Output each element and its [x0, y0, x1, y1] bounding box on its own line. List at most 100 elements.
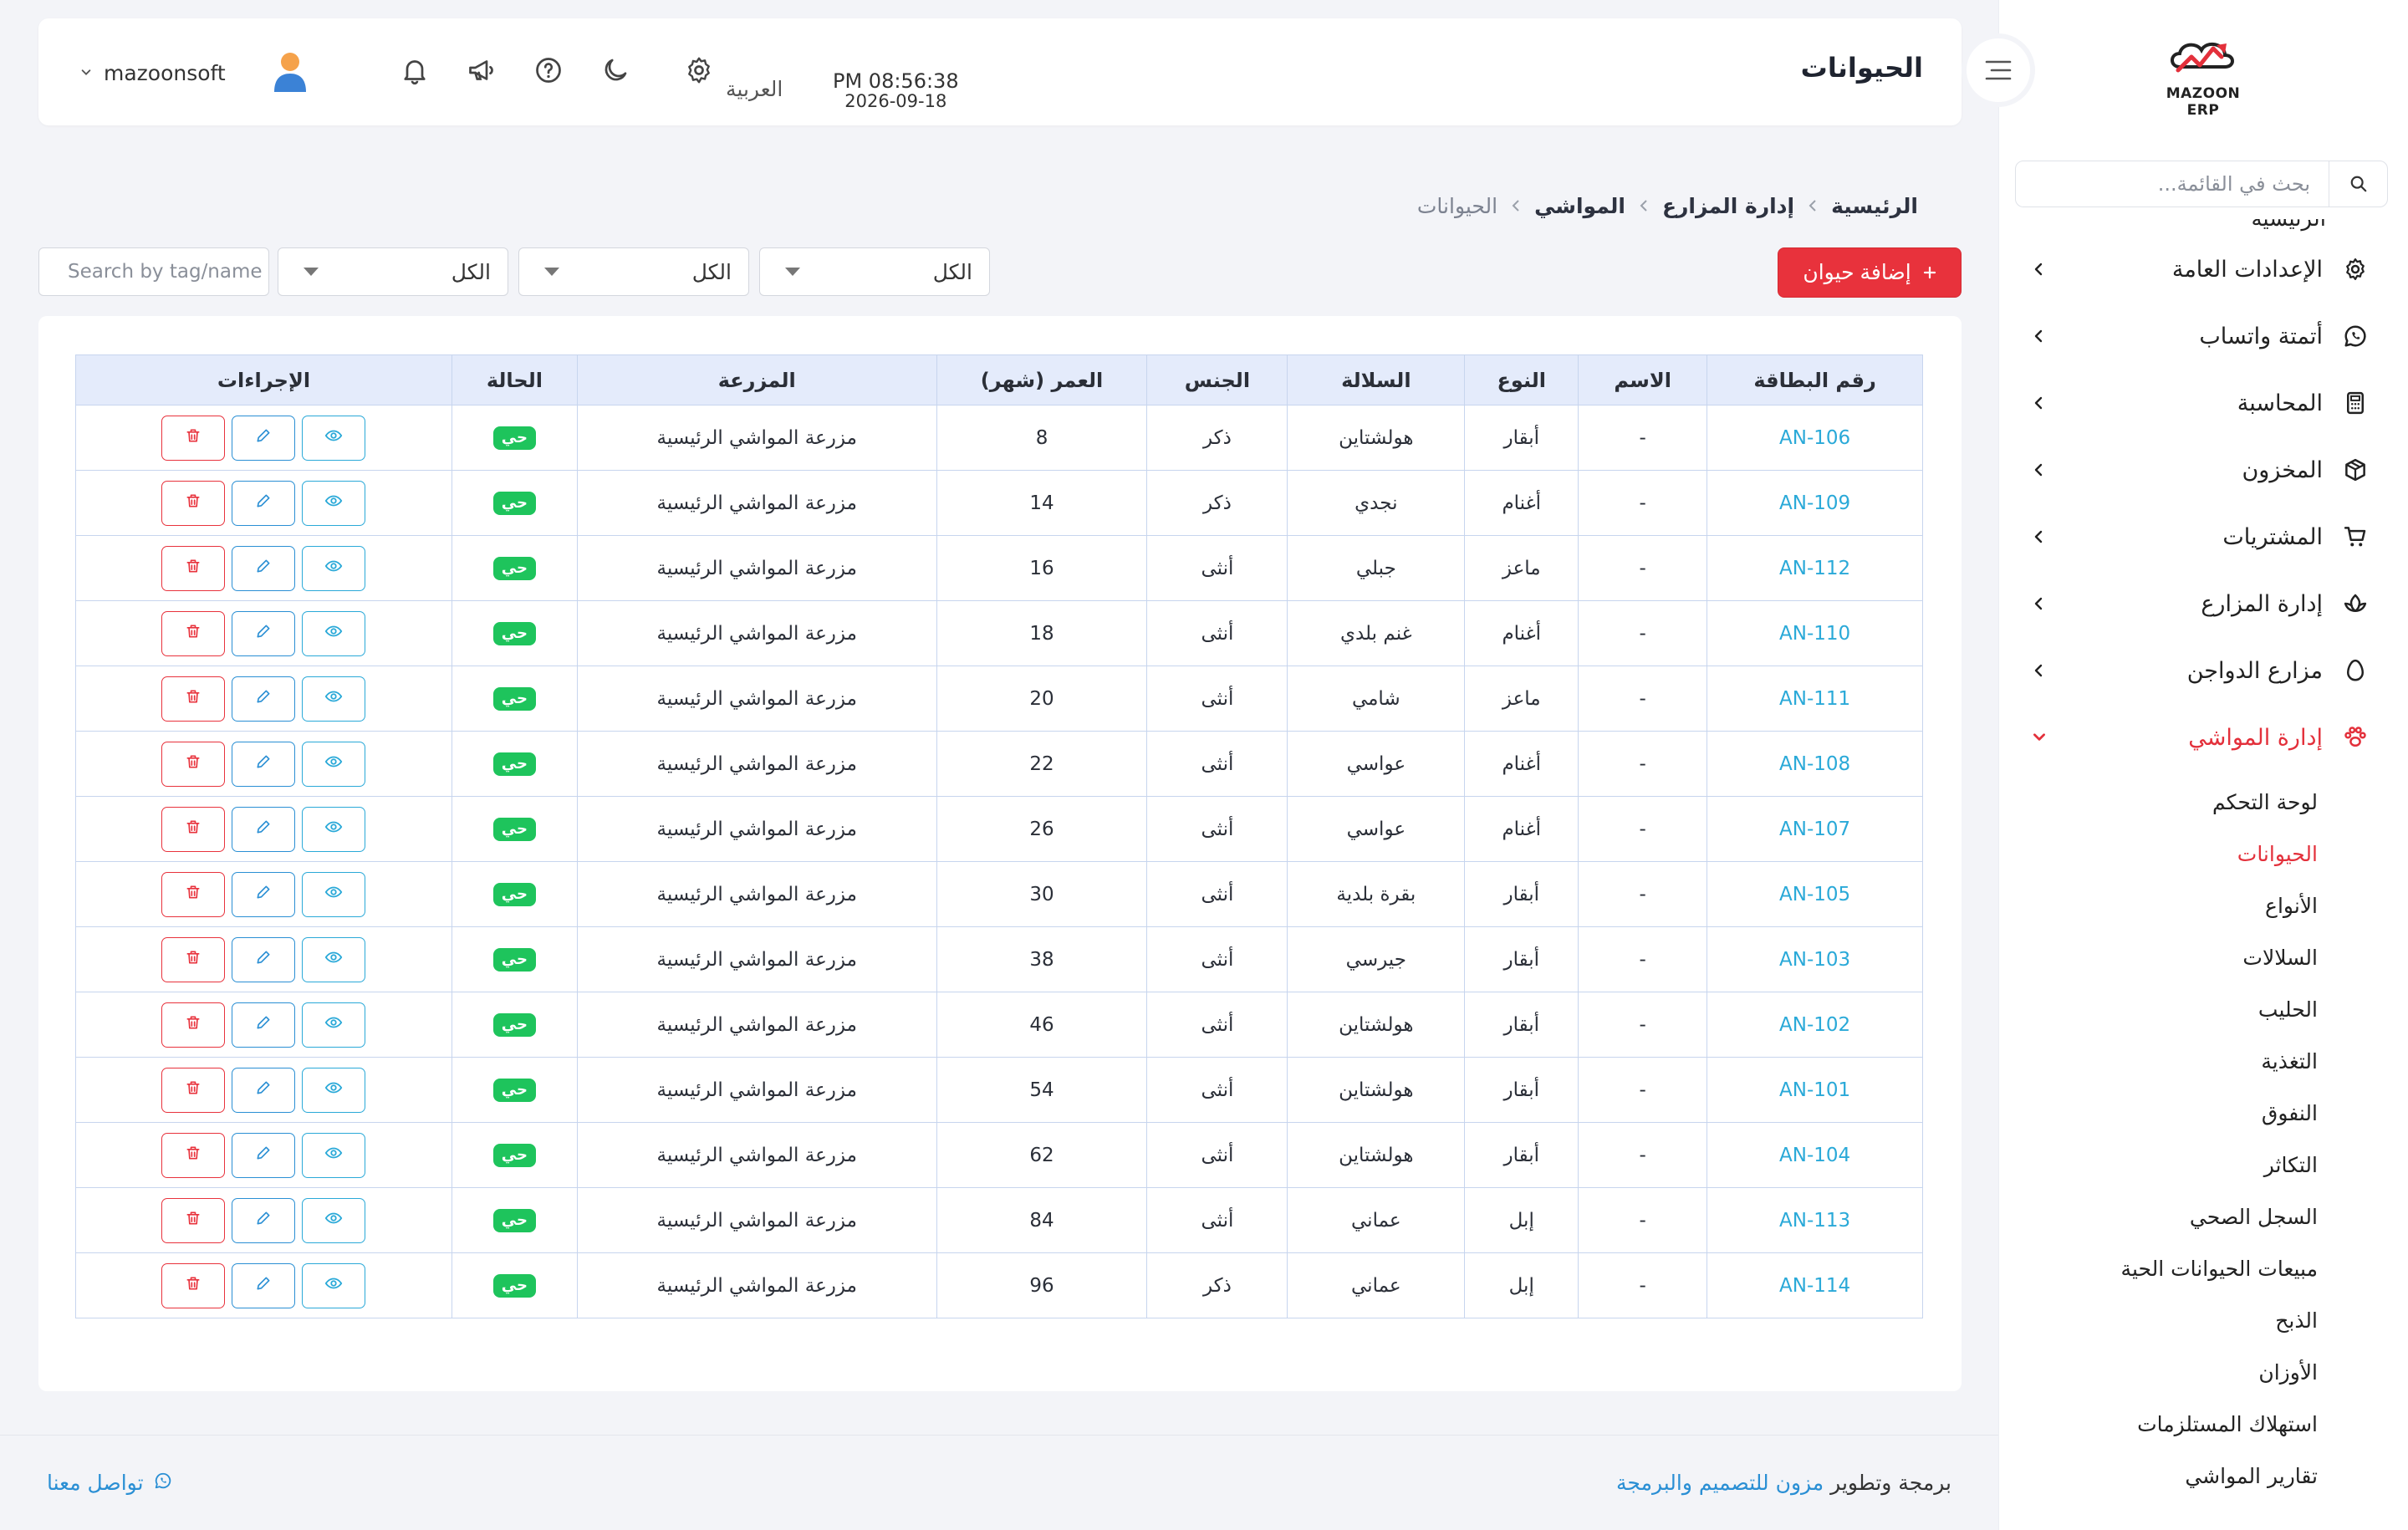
submenu-item-breeds[interactable]: السلالات: [1998, 931, 2408, 983]
submenu-item-feeding[interactable]: التغذية: [1998, 1035, 2408, 1087]
sidebar-item-accounting[interactable]: المحاسبة: [1998, 370, 2408, 436]
edit-button[interactable]: [232, 1067, 296, 1113]
cell-tag[interactable]: AN-109: [1707, 470, 1923, 536]
cell-tag[interactable]: AN-101: [1707, 1057, 1923, 1123]
edit-button[interactable]: [232, 871, 296, 917]
view-button[interactable]: [302, 1197, 366, 1243]
submenu-item-livestock-reports[interactable]: تقارير المواشي: [1998, 1450, 2408, 1498]
edit-button[interactable]: [232, 1262, 296, 1308]
delete-button[interactable]: [161, 1262, 226, 1308]
view-button[interactable]: [302, 415, 366, 461]
sidebar-item-inventory[interactable]: المخزون: [1998, 436, 2408, 503]
help-icon[interactable]: [515, 49, 582, 91]
cell-tag[interactable]: AN-103: [1707, 926, 1923, 992]
bell-icon[interactable]: [381, 49, 448, 91]
delete-button[interactable]: [161, 610, 226, 656]
submenu-item-slaughter[interactable]: الذبح: [1998, 1294, 2408, 1346]
edit-button[interactable]: [232, 1132, 296, 1178]
settings-icon[interactable]: [666, 49, 732, 91]
cell-tag[interactable]: AN-108: [1707, 731, 1923, 797]
view-button[interactable]: [302, 741, 366, 787]
submenu-item-health-record[interactable]: السجل الصحي: [1998, 1191, 2408, 1242]
cell-tag[interactable]: AN-113: [1707, 1187, 1923, 1253]
breadcrumb-home[interactable]: الرئيسية: [1831, 194, 1918, 218]
cell-tag[interactable]: AN-112: [1707, 535, 1923, 601]
submenu-item-weights[interactable]: الأوزان: [1998, 1346, 2408, 1398]
edit-button[interactable]: [232, 806, 296, 852]
submenu-item-dashboard[interactable]: لوحة التحكم: [1998, 776, 2408, 828]
avatar[interactable]: [271, 50, 309, 95]
submenu-item-animals[interactable]: الحيوانات: [1998, 828, 2408, 880]
sidebar-item-farm-management[interactable]: إدارة المزارع: [1998, 570, 2408, 637]
edit-button[interactable]: [232, 480, 296, 526]
search-icon[interactable]: [2329, 161, 2387, 207]
delete-button[interactable]: [161, 676, 226, 722]
sidebar-search-input[interactable]: [2016, 161, 2329, 207]
cell-tag[interactable]: AN-105: [1707, 861, 1923, 927]
column-header-tag[interactable]: رقم البطاقة: [1707, 354, 1923, 405]
tag-search-input[interactable]: Search by tag/name: [38, 247, 269, 296]
edit-button[interactable]: [232, 936, 296, 982]
delete-button[interactable]: [161, 1132, 226, 1178]
cell-tag[interactable]: AN-106: [1707, 405, 1923, 471]
column-header-gender[interactable]: الجنس: [1146, 354, 1288, 405]
column-header-age[interactable]: العمر (شهر): [936, 354, 1148, 405]
submenu-item-types[interactable]: الأنواع: [1998, 880, 2408, 931]
delete-button[interactable]: [161, 415, 226, 461]
sidebar-toggle-button[interactable]: [1962, 33, 2035, 107]
megaphone-icon[interactable]: [448, 49, 515, 91]
edit-button[interactable]: [232, 610, 296, 656]
submenu-item-mortality[interactable]: النفوق: [1998, 1087, 2408, 1139]
delete-button[interactable]: [161, 1002, 226, 1048]
edit-button[interactable]: [232, 1002, 296, 1048]
view-button[interactable]: [302, 610, 366, 656]
submenu-item-live-sales[interactable]: مبيعات الحيوانات الحية: [1998, 1242, 2408, 1294]
view-button[interactable]: [302, 871, 366, 917]
submenu-item-breeding[interactable]: التكاثر: [1998, 1139, 2408, 1191]
sidebar-search[interactable]: [2015, 161, 2388, 207]
delete-button[interactable]: [161, 936, 226, 982]
sidebar-item-poultry-farms[interactable]: مزارع الدواجن: [1998, 637, 2408, 704]
delete-button[interactable]: [161, 806, 226, 852]
filter-select-2[interactable]: الكل: [518, 247, 749, 296]
delete-button[interactable]: [161, 871, 226, 917]
view-button[interactable]: [302, 480, 366, 526]
view-button[interactable]: [302, 806, 366, 852]
delete-button[interactable]: [161, 1197, 226, 1243]
delete-button[interactable]: [161, 1067, 226, 1113]
breadcrumb-farms[interactable]: إدارة المزارع: [1662, 194, 1794, 218]
column-header-status[interactable]: الحالة: [451, 354, 578, 405]
column-header-name[interactable]: الاسم: [1578, 354, 1708, 405]
view-button[interactable]: [302, 545, 366, 591]
breadcrumb-livestock[interactable]: المواشي: [1534, 194, 1625, 218]
logo[interactable]: MAZOON ERP: [2149, 33, 2258, 119]
view-button[interactable]: [302, 1262, 366, 1308]
delete-button[interactable]: [161, 480, 226, 526]
edit-button[interactable]: [232, 415, 296, 461]
language-switcher[interactable]: العربية: [726, 77, 783, 101]
column-header-breed[interactable]: السلالة: [1287, 354, 1466, 405]
cell-tag[interactable]: AN-104: [1707, 1122, 1923, 1188]
filter-select-3[interactable]: الكل: [759, 247, 990, 296]
cell-tag[interactable]: AN-110: [1707, 600, 1923, 666]
view-button[interactable]: [302, 1132, 366, 1178]
edit-button[interactable]: [232, 741, 296, 787]
delete-button[interactable]: [161, 545, 226, 591]
edit-button[interactable]: [232, 545, 296, 591]
edit-button[interactable]: [232, 1197, 296, 1243]
sidebar-item-livestock-management[interactable]: إدارة المواشي: [1998, 704, 2408, 771]
view-button[interactable]: [302, 676, 366, 722]
cell-tag[interactable]: AN-107: [1707, 796, 1923, 862]
filter-select-1[interactable]: الكل: [278, 247, 508, 296]
submenu-item-supplies-consumption[interactable]: استهلاك المستلزمات: [1998, 1398, 2408, 1450]
contact-us-link[interactable]: تواصل معنا: [47, 1471, 172, 1495]
add-animal-button[interactable]: إضافة حيوان: [1778, 247, 1962, 298]
footer-brand-link[interactable]: مزون للتصميم والبرمجة: [1616, 1471, 1824, 1495]
sidebar-item-whatsapp-automation[interactable]: أتمتة واتساب: [1998, 303, 2408, 370]
moon-icon[interactable]: [582, 49, 649, 91]
edit-button[interactable]: [232, 676, 296, 722]
view-button[interactable]: [302, 1067, 366, 1113]
cell-tag[interactable]: AN-111: [1707, 666, 1923, 732]
sidebar-item-home-partial[interactable]: الرئيسية: [1998, 219, 2408, 236]
cell-tag[interactable]: AN-102: [1707, 992, 1923, 1058]
